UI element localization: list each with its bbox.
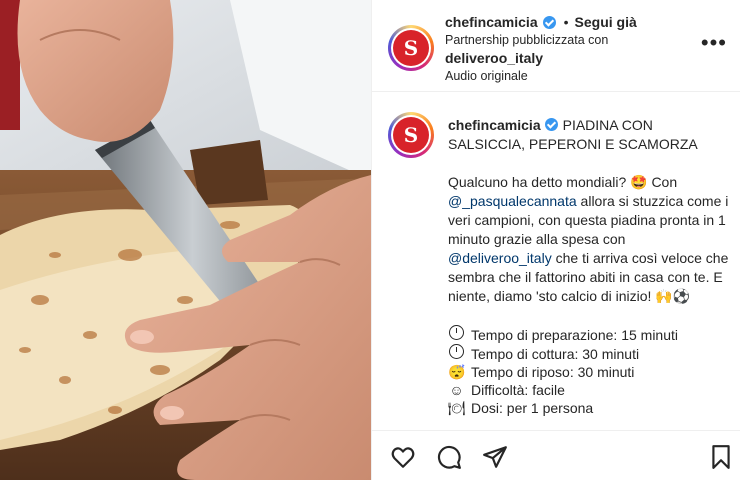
smiley-icon: ☺ — [449, 382, 464, 398]
mention-link[interactable]: @deliveroo_italy — [448, 250, 552, 266]
detail-text: Tempo di cottura: 30 minuti — [471, 345, 640, 362]
heart-icon[interactable] — [390, 444, 416, 470]
mention-link[interactable]: @_pasqualecannata — [448, 193, 577, 209]
detail-text: Tempo di preparazione: 15 minuti — [471, 326, 679, 343]
verified-badge-icon — [544, 118, 558, 131]
detail-cook-time: Tempo di cottura: 30 minuti — [448, 344, 733, 363]
partner-link[interactable]: deliveroo_italy — [445, 49, 695, 68]
partnership-label: Partnership pubblicizzata con — [445, 33, 609, 47]
caption-text: chefincamicia PIADINA CON SALSICCIA, PEPE… — [448, 116, 733, 417]
username-link[interactable]: chefincamicia — [445, 14, 538, 30]
caption-username[interactable]: chefincamicia — [448, 117, 541, 133]
separator-dot: • — [563, 14, 569, 30]
sleepy-face-icon: 😴 — [448, 364, 466, 380]
following-button[interactable]: Segui già — [575, 14, 637, 30]
brand-logo-icon: S — [393, 30, 429, 66]
detail-text: Tempo di riposo: 30 minuti — [471, 364, 635, 380]
caption-avatar[interactable]: S — [388, 112, 434, 158]
verified-badge-icon — [542, 15, 556, 29]
comment-icon[interactable] — [436, 444, 462, 470]
post-media[interactable] — [0, 0, 371, 480]
detail-prep-time: Tempo di preparazione: 15 minuti — [448, 325, 733, 344]
detail-difficulty: ☺ Difficoltà: facile — [448, 381, 733, 399]
clock-icon — [449, 325, 464, 340]
clock-icon — [449, 344, 464, 359]
audio-link[interactable]: Audio originale — [445, 68, 695, 85]
detail-rest-time: 😴 Tempo di riposo: 30 minuti — [448, 363, 733, 381]
bookmark-icon[interactable] — [708, 444, 734, 470]
profile-avatar[interactable]: S — [388, 25, 434, 71]
detail-text: Dosi: per 1 persona — [471, 400, 594, 416]
detail-servings: 🍽 Dosi: per 1 persona — [448, 399, 733, 417]
post-sidebar: S chefincamicia • Segui già Partnership … — [371, 0, 740, 480]
detail-text: Difficoltà: facile — [471, 382, 565, 398]
plate-icon: 🍽 — [448, 400, 466, 416]
more-options-icon[interactable]: ••• — [701, 32, 727, 54]
caption-body: Qualcuno ha detto mondiali? 🤩 Con — [448, 174, 678, 190]
caption-area: S chefincamicia PIADINA CON SALSICCIA, PE… — [372, 92, 740, 430]
piadina-photo — [0, 0, 371, 480]
brand-logo-icon: S — [393, 117, 429, 153]
action-bar — [372, 430, 740, 480]
post-header: S chefincamicia • Segui già Partnership … — [372, 0, 740, 92]
share-icon[interactable] — [482, 444, 508, 470]
